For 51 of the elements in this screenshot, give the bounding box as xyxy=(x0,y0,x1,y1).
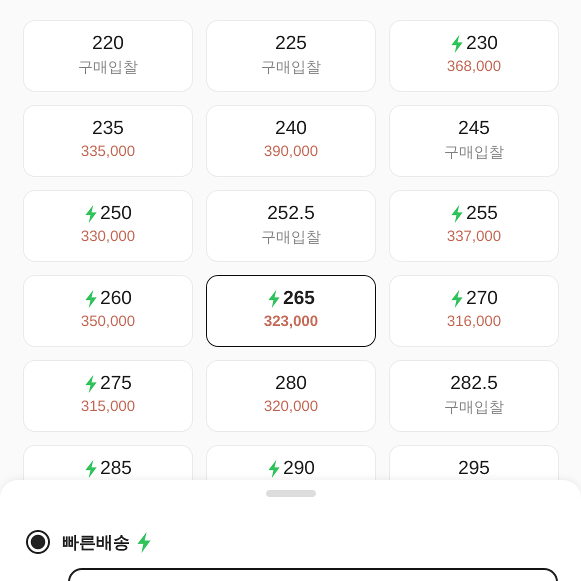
size-label: 275 xyxy=(100,373,132,395)
price-label: 330,000 xyxy=(80,228,136,245)
size-label: 280 xyxy=(275,373,307,395)
size-option[interactable]: 230 368,000 xyxy=(389,20,559,92)
bid-label: 구매입찰 xyxy=(261,228,321,247)
price-label: 320,000 xyxy=(264,398,318,415)
size-option[interactable]: 280 320,000 xyxy=(206,360,376,432)
size-option[interactable]: 245 구매입찰 xyxy=(389,105,559,177)
size-label: 290 xyxy=(283,458,315,480)
size-option[interactable]: 270 316,000 xyxy=(389,275,559,347)
size-label: 260 xyxy=(100,288,132,310)
radio-button[interactable] xyxy=(26,530,50,554)
size-option[interactable]: 275 315,000 xyxy=(23,360,193,432)
size-label: 230 xyxy=(466,33,498,55)
size-label: 250 xyxy=(100,203,132,225)
size-label: 235 xyxy=(92,118,124,140)
size-label: 225 xyxy=(275,33,307,55)
size-option[interactable]: 235 335,000 xyxy=(23,105,193,177)
price-label: 335,000 xyxy=(80,143,136,160)
price-label: 368,000 xyxy=(446,58,502,75)
price-label: 316,000 xyxy=(446,313,502,330)
size-option[interactable]: 255 337,000 xyxy=(389,190,559,262)
size-label: 295 xyxy=(458,458,490,480)
size-option[interactable]: 250 330,000 xyxy=(23,190,193,262)
size-label: 265 xyxy=(283,288,315,310)
size-label: 270 xyxy=(466,288,498,310)
size-label: 285 xyxy=(100,458,132,480)
price-label: 315,000 xyxy=(80,398,136,415)
bid-label: 구매입찰 xyxy=(261,58,321,77)
size-label: 240 xyxy=(275,118,307,140)
price-label: 337,000 xyxy=(446,228,502,245)
sheet-handle[interactable] xyxy=(266,490,316,497)
size-option[interactable]: 240 390,000 xyxy=(206,105,376,177)
size-option[interactable]: 252.5 구매입찰 xyxy=(206,190,376,262)
bid-label: 구매입찰 xyxy=(444,143,504,162)
bid-label: 구매입찰 xyxy=(444,398,504,417)
size-label: 282.5 xyxy=(450,373,498,395)
size-option[interactable]: 265 323,000 xyxy=(206,275,376,347)
size-label: 255 xyxy=(466,203,498,225)
size-option[interactable]: 220 구매입찰 xyxy=(23,20,193,92)
option-label: 빠른배송 xyxy=(62,532,130,554)
size-label: 245 xyxy=(458,118,490,140)
bid-label: 구매입찰 xyxy=(78,58,138,77)
size-label: 220 xyxy=(92,33,124,55)
size-label: 252.5 xyxy=(267,203,315,225)
size-option[interactable]: 282.5 구매입찰 xyxy=(389,360,559,432)
price-label: 350,000 xyxy=(80,313,136,330)
price-label: 390,000 xyxy=(264,143,318,160)
size-option[interactable]: 260 350,000 xyxy=(23,275,193,347)
price-label: 323,000 xyxy=(264,312,318,330)
size-option[interactable]: 225 구매입찰 xyxy=(206,20,376,92)
